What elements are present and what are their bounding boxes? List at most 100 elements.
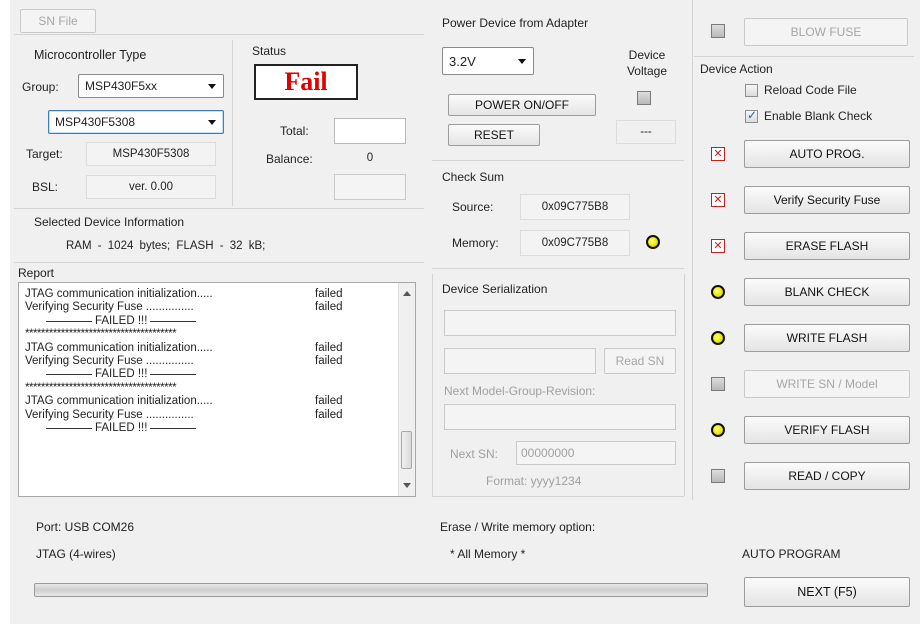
action-button[interactable]: WRITE SN / Model — [744, 370, 910, 398]
total-label: Total: — [280, 124, 309, 138]
auto-program-label: AUTO PROGRAM — [742, 547, 841, 561]
next-sn-label: Next SN: — [450, 447, 499, 461]
memory-label: Memory: — [452, 236, 499, 250]
report-line-text: FAILED !!! — [95, 314, 148, 327]
group-select[interactable]: MSP430F5xx — [78, 74, 224, 98]
report-line: ************************************** — [25, 328, 177, 341]
enable-blank-label: Enable Blank Check — [764, 109, 873, 123]
report-line: Verifying Security Fuse ............... f… — [25, 301, 343, 314]
action-button[interactable]: READ / COPY — [744, 462, 910, 490]
voltage-select[interactable]: 3.2V — [442, 47, 534, 75]
voltage-readout: --- — [616, 120, 676, 144]
checksum-title: Check Sum — [442, 170, 505, 184]
power-divider — [432, 160, 684, 161]
serial-field-1[interactable] — [444, 310, 676, 336]
report-scrollbar[interactable] — [398, 283, 415, 496]
report-line: ************************************** — [25, 382, 177, 395]
report-line-text: Verifying Security Fuse ............... — [25, 355, 194, 367]
report-line: FAILED !!! — [43, 315, 199, 328]
read-sn-button[interactable]: Read SN — [604, 348, 676, 374]
power-title: Power Device from Adapter — [442, 16, 589, 30]
action-button[interactable]: ERASE FLASH — [744, 232, 910, 260]
balance-value: 0 — [334, 147, 406, 169]
status-gray-icon — [711, 469, 725, 483]
scroll-thumb[interactable] — [401, 431, 412, 469]
balance-label: Balance: — [266, 152, 313, 166]
status-led-icon — [711, 285, 725, 299]
device-voltage-checkbox[interactable] — [637, 91, 651, 105]
group-select-value: MSP430F5xx — [85, 79, 158, 93]
chevron-down-icon — [208, 120, 216, 125]
report-line-result: failed — [315, 341, 343, 354]
report-line: JTAG communication initialization..... fa… — [25, 288, 343, 301]
report-line: Verifying Security Fuse ............... f… — [25, 355, 343, 368]
status-extra-field — [334, 174, 406, 200]
next-model-label: Next Model-Group-Revision: — [444, 384, 596, 398]
reload-code-checkbox[interactable] — [745, 84, 758, 97]
report-line-result: failed — [315, 301, 343, 314]
micro-status-divider — [232, 40, 233, 206]
device-info-title: Selected Device Information — [34, 215, 185, 229]
report-line: Verifying Security Fuse ............... f… — [25, 409, 343, 422]
jtag-label: JTAG (4-wires) — [36, 547, 116, 561]
status-led-icon — [711, 423, 725, 437]
report-line-result: failed — [315, 408, 343, 421]
dash-line — [46, 428, 92, 429]
enable-blank-checkbox[interactable] — [745, 108, 758, 123]
report-log[interactable]: JTAG communication initialization..... fa… — [18, 282, 416, 497]
device-info-text: RAM - 1024 bytes; FLASH - 32 kB; — [66, 240, 266, 252]
next-model-field[interactable] — [444, 404, 676, 430]
blow-fuse-button[interactable]: BLOW FUSE — [744, 18, 908, 46]
scroll-down-icon[interactable] — [403, 483, 411, 488]
device-action-title: Device Action — [700, 62, 773, 76]
blow-fuse-indicator — [711, 24, 725, 38]
report-line: FAILED !!! — [43, 422, 199, 435]
action-button[interactable]: AUTO PROG. — [744, 140, 910, 168]
dash-line — [150, 320, 197, 322]
total-field — [334, 118, 406, 144]
reload-code-label: Reload Code File — [764, 83, 857, 97]
error-x-icon: ✕ — [711, 193, 725, 207]
chevron-down-icon — [518, 59, 526, 64]
power-toggle-button[interactable]: POWER ON/OFF — [448, 94, 596, 116]
action-button[interactable]: BLANK CHECK — [744, 278, 910, 306]
next-sn-field[interactable]: 00000000 — [516, 441, 676, 465]
next-button[interactable]: NEXT (F5) — [744, 577, 910, 607]
action-button[interactable]: Verify Security Fuse — [744, 186, 910, 214]
serialization-title: Device Serialization — [442, 282, 548, 296]
error-x-icon: ✕ — [711, 239, 725, 253]
action-button[interactable]: WRITE FLASH — [744, 324, 910, 352]
report-line: JTAG communication initialization..... fa… — [25, 341, 343, 355]
progress-bar — [34, 583, 708, 597]
source-label: Source: — [452, 200, 494, 214]
memory-value: 0x09C775B8 — [520, 230, 630, 256]
chevron-down-icon — [208, 84, 216, 89]
status-gray-icon — [711, 377, 725, 391]
right-divider — [692, 0, 693, 500]
info-divider — [14, 262, 424, 263]
report-line-text: JTAG communication initialization..... — [25, 341, 213, 354]
mid-left-divider — [432, 274, 433, 496]
report-line-result: failed — [315, 288, 343, 300]
checksum-status-led — [646, 235, 660, 249]
scroll-up-icon[interactable] — [403, 291, 411, 296]
dash-line — [46, 374, 92, 376]
dash-line — [150, 428, 197, 429]
action-button[interactable]: VERIFY FLASH — [744, 416, 910, 444]
error-x-icon: ✕ — [711, 147, 725, 161]
device-select[interactable]: MSP430F5308 — [48, 110, 224, 134]
next-sn-value: 00000000 — [521, 446, 575, 460]
serial-field-2[interactable] — [444, 348, 596, 374]
top-divider — [14, 34, 424, 35]
bsl-label: BSL: — [32, 180, 59, 194]
report-line-text: JTAG communication initialization..... — [25, 288, 213, 300]
report-line-result: failed — [315, 395, 343, 408]
micro-divider — [14, 208, 424, 209]
micro-title: Microcontroller Type — [34, 48, 147, 62]
report-line-text: FAILED !!! — [95, 368, 148, 381]
reset-button[interactable]: RESET — [448, 124, 540, 146]
serialization-bottom — [432, 496, 684, 497]
report-line-text: ************************************** — [25, 328, 177, 341]
status-led-icon — [711, 331, 725, 345]
sn-file-button[interactable]: SN File — [20, 9, 96, 33]
